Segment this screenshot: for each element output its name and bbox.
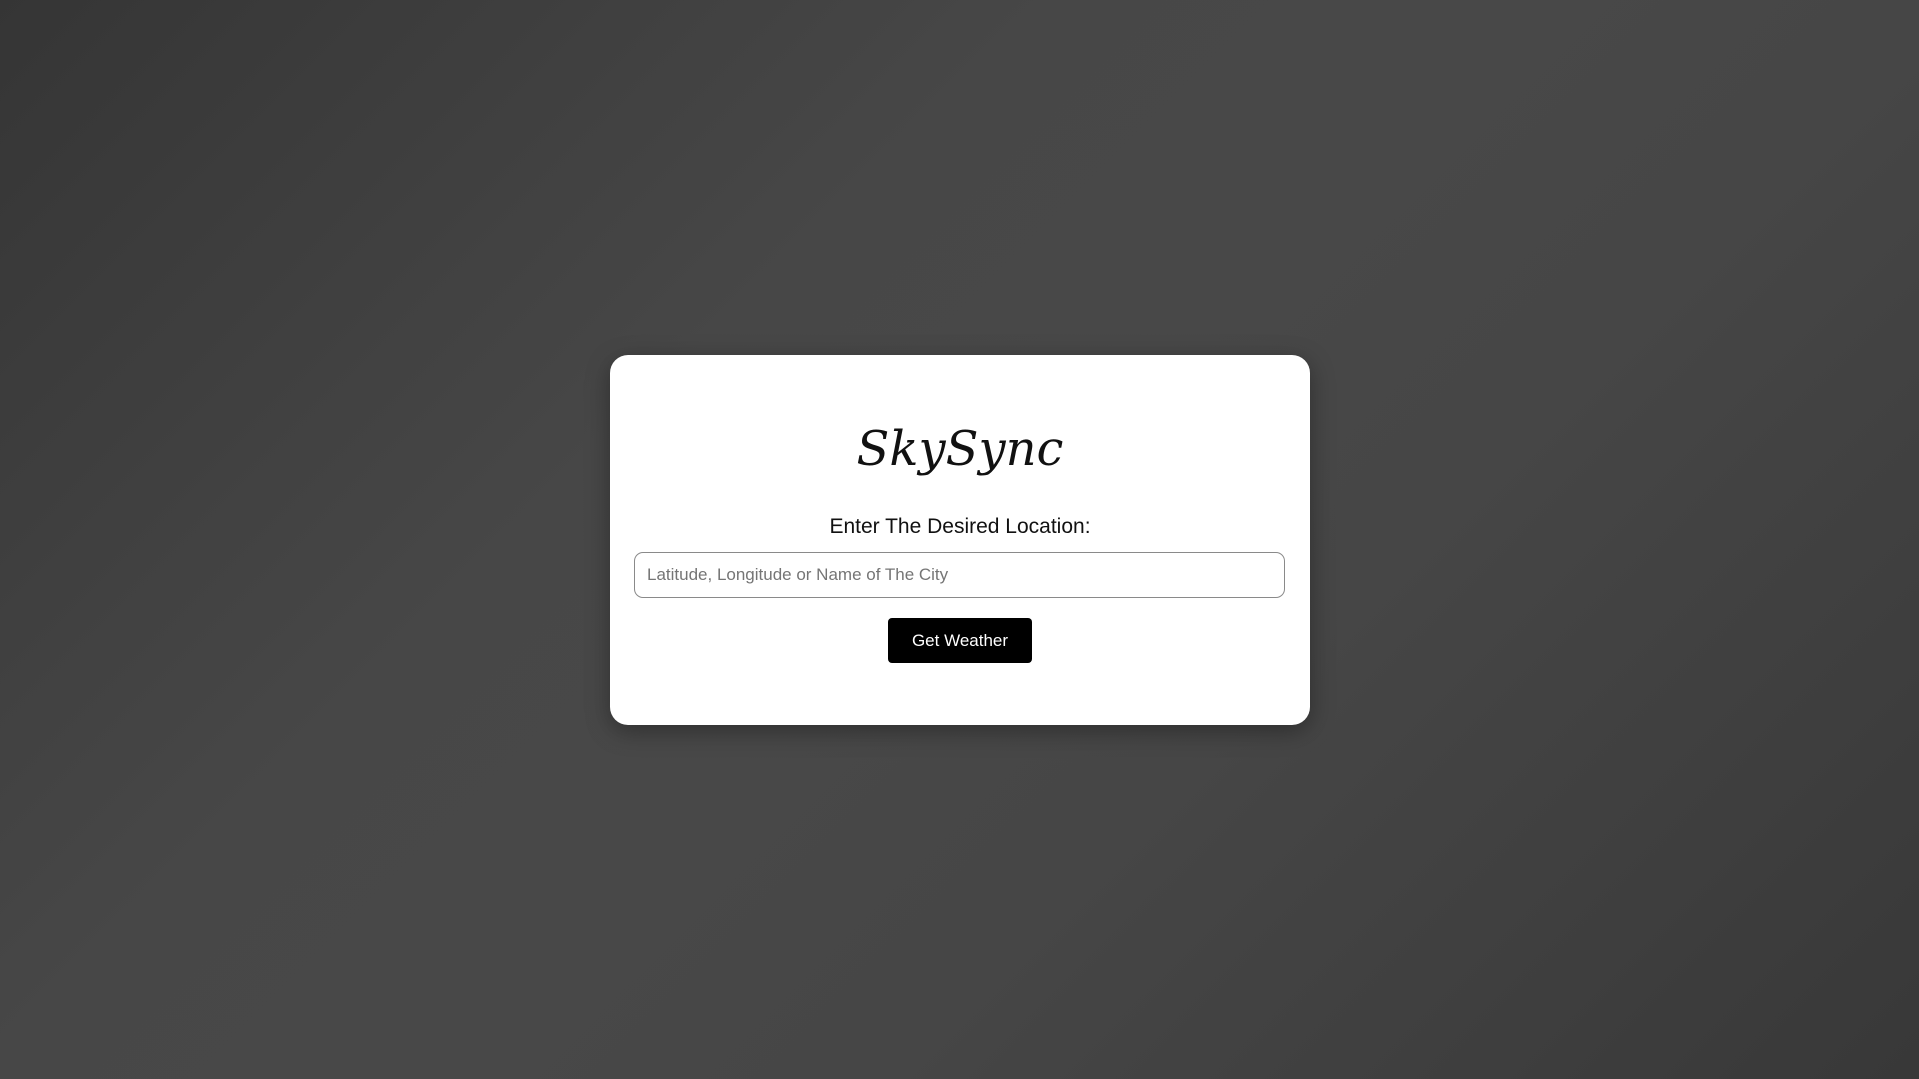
logo-text: SkySync [857,421,1064,477]
weather-search-card: SkySync Enter The Desired Location: Get … [610,355,1310,725]
get-weather-button[interactable]: Get Weather [888,618,1032,663]
location-input[interactable] [634,552,1285,598]
location-prompt-label: Enter The Desired Location: [829,515,1091,538]
app-logo: SkySync [610,421,1310,496]
logo-wordmark: SkySync [857,421,1064,477]
